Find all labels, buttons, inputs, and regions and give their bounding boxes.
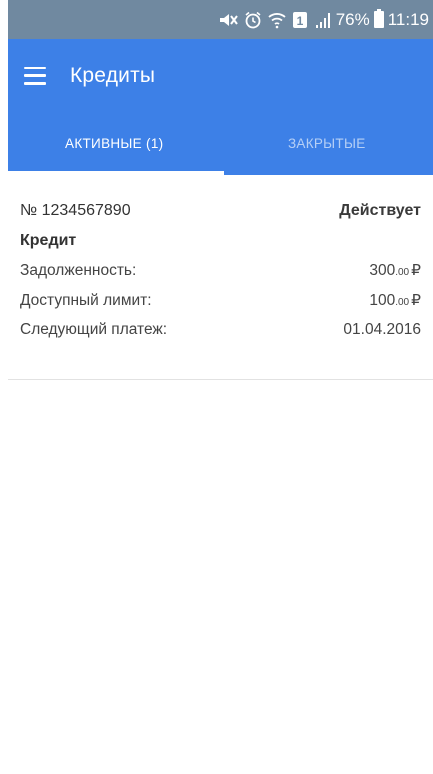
mute-icon xyxy=(218,10,238,30)
battery-icon xyxy=(373,9,384,28)
alarm-icon xyxy=(244,10,262,30)
credit-type-row: Кредит xyxy=(20,220,421,250)
credit-header-row: № 1234567890 Действует xyxy=(20,175,421,220)
status-bar: 1 76% 11:19 xyxy=(8,0,433,39)
page-title: Кредиты xyxy=(70,63,156,87)
tab-active-label: АКТИВНЫЕ (1) xyxy=(65,136,164,151)
signal-icon xyxy=(314,10,332,30)
debt-currency: ₽ xyxy=(411,262,421,279)
tab-active[interactable]: АКТИВНЫЕ (1) xyxy=(8,112,221,175)
debt-label: Задолженность: xyxy=(20,262,137,279)
battery-percent: 76% xyxy=(335,9,370,29)
credit-number: № 1234567890 xyxy=(20,202,131,219)
next-payment-date: 01.04.2016 xyxy=(343,321,421,338)
limit-amount: 100.00 ₽ xyxy=(369,291,421,310)
app-screen: 1 76% 11:19 Кредиты АКТИВНЫЕ (1) ЗАКРЫТЫ… xyxy=(0,0,433,774)
credit-card[interactable]: № 1234567890 Действует Кредит Задолженно… xyxy=(8,175,433,380)
status-badge: Действует xyxy=(339,202,421,219)
limit-cents: .00 xyxy=(395,297,410,308)
tab-closed-label: ЗАКРЫТЫЕ xyxy=(287,136,366,151)
credit-list: № 1234567890 Действует Кредит Задолженно… xyxy=(8,175,433,774)
limit-label: Доступный лимит: xyxy=(20,292,152,309)
app-bar: Кредиты АКТИВНЫЕ (1) ЗАКРЫТЫЕ xyxy=(8,39,433,175)
credit-type: Кредит xyxy=(20,232,77,249)
toolbar: Кредиты xyxy=(8,39,433,112)
wifi-icon xyxy=(268,10,286,30)
limit-currency: ₽ xyxy=(411,292,421,309)
tab-bar: АКТИВНЫЕ (1) ЗАКРЫТЫЕ xyxy=(8,112,433,175)
debt-cents: .00 xyxy=(395,267,410,278)
next-payment-row: Следующий платеж: 01.04.2016 xyxy=(20,310,421,339)
limit-int: 100 xyxy=(369,292,396,309)
debt-amount: 300.00 ₽ xyxy=(369,261,421,280)
next-payment-label: Следующий платеж: xyxy=(20,321,168,338)
tab-closed[interactable]: ЗАКРЫТЫЕ xyxy=(221,112,433,175)
screen-edge xyxy=(0,0,8,774)
limit-row: Доступный лимит: 100.00 ₽ xyxy=(20,280,421,310)
menu-icon[interactable] xyxy=(24,66,46,85)
sim-number: 1 xyxy=(296,14,303,28)
debt-int: 300 xyxy=(369,262,396,279)
debt-row: Задолженность: 300.00 ₽ xyxy=(20,250,421,280)
clock: 11:19 xyxy=(387,9,429,29)
sim-icon: 1 xyxy=(292,10,308,30)
